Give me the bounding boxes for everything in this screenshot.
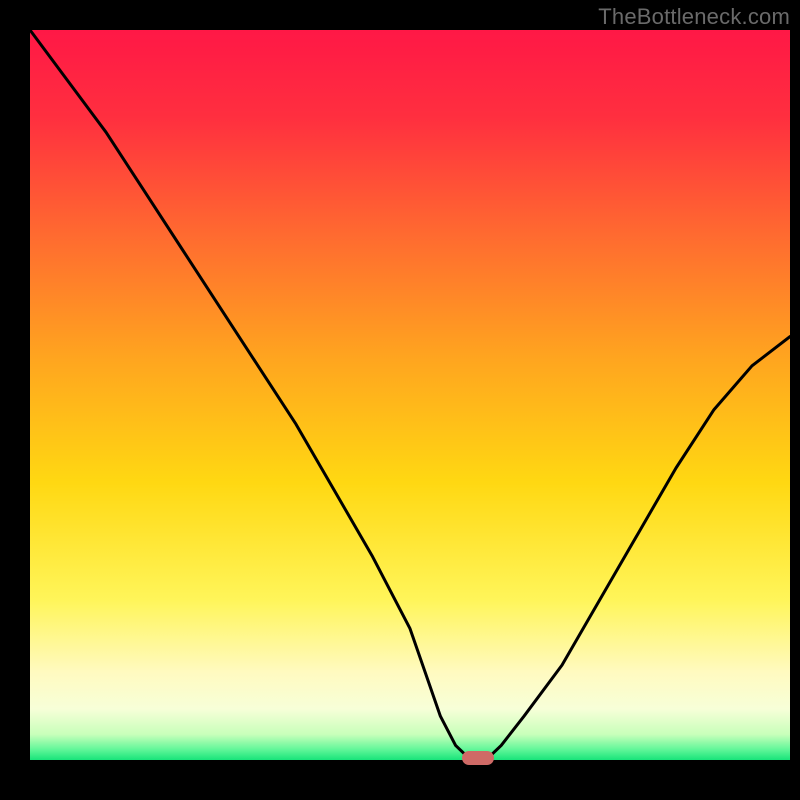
curve-polyline [30,30,790,760]
bottleneck-marker-pill [462,751,494,765]
bottleneck-curve [30,30,790,760]
plot-area [30,30,790,760]
watermark-text: TheBottleneck.com [598,4,790,30]
chart-frame: TheBottleneck.com [0,0,800,800]
